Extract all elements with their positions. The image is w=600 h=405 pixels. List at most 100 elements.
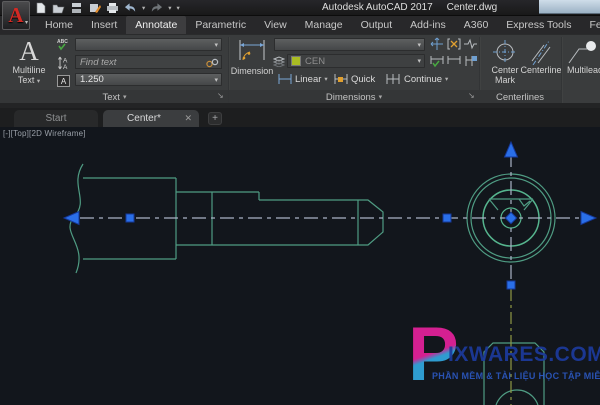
find-binoculars-icon — [206, 57, 219, 68]
spell-check-icon: ABC — [57, 39, 68, 51]
redo-dropdown-caret[interactable]: ▾ — [168, 4, 171, 12]
new-file-button[interactable] — [34, 2, 47, 14]
panel-separator — [561, 37, 563, 103]
tab-insert[interactable]: Insert — [82, 16, 126, 34]
text-panel-title-label: Text — [102, 91, 120, 103]
title-bar: ▾ ▾ ▾ Autodesk AutoCAD 2017 Center.dwg — [0, 0, 600, 16]
dimensions-panel-title[interactable]: Dimensions ▾ — [229, 90, 479, 104]
layer-dropdown[interactable]: CEN ▾ — [287, 54, 425, 68]
centerline-button[interactable]: Centerline — [520, 39, 562, 75]
cad-entity[interactable] — [495, 389, 539, 405]
annotation-scale-button[interactable]: A — [57, 75, 70, 87]
cad-entity[interactable] — [483, 342, 545, 405]
quick-dimension-button[interactable]: Quick — [334, 73, 375, 85]
document-title: Center.dwg — [446, 2, 498, 13]
tab-manage[interactable]: Manage — [296, 16, 352, 34]
tab-output[interactable]: Output — [352, 16, 402, 34]
plus-icon: + — [212, 113, 218, 124]
adjust-space-button[interactable] — [447, 37, 461, 51]
file-tab-center[interactable]: Center* ✕ — [103, 110, 199, 127]
grip-arrow[interactable] — [503, 140, 519, 158]
text-height-caret-icon: ▾ — [214, 76, 218, 84]
file-tab-start[interactable]: Start — [14, 110, 98, 127]
tab-express-tools[interactable]: Express Tools — [497, 16, 580, 34]
infocenter-search[interactable] — [539, 0, 600, 14]
grip-arrow[interactable] — [62, 210, 80, 226]
grip-square[interactable] — [125, 213, 135, 223]
multiline-text-button[interactable]: A Multiline Text ▾ — [4, 38, 54, 86]
text-height-value: 1.250 — [80, 74, 104, 85]
dim-style-dropdown[interactable]: ▾ — [274, 38, 425, 51]
open-file-button[interactable] — [52, 2, 65, 14]
find-text-field[interactable] — [75, 55, 222, 69]
text-height-dropdown[interactable]: 1.250 ▾ — [75, 73, 222, 86]
center-mark-button[interactable]: Center Mark — [487, 39, 523, 86]
qat-customize-caret[interactable]: ▾ — [177, 4, 180, 12]
continue-dimension-button[interactable]: Continue ▾ — [386, 73, 448, 85]
dim-break-icon — [430, 37, 443, 50]
grip-square[interactable] — [442, 213, 452, 223]
dimension-button[interactable]: Dimension — [230, 38, 274, 76]
tab-annotate[interactable]: Annotate — [126, 16, 187, 34]
text-panel-launcher[interactable]: ↘ — [217, 91, 224, 100]
tab-view[interactable]: View — [255, 16, 296, 34]
center-tab-label: Center* — [127, 113, 161, 124]
spell-check-button[interactable]: ABC — [57, 38, 72, 51]
grip-diamond[interactable] — [504, 211, 518, 225]
multiline-text-label: Multiline Text — [12, 65, 46, 86]
linear-dimension-button[interactable]: Linear ▾ — [278, 73, 328, 85]
redo-arrow-icon — [152, 3, 163, 12]
dim-break-button[interactable] — [430, 37, 444, 51]
grip-arrow[interactable] — [580, 210, 598, 226]
redo-button[interactable] — [150, 2, 163, 14]
continue-caret-icon: ▾ — [445, 76, 449, 83]
line-spacing-button[interactable]: AA — [58, 56, 71, 70]
jog-line-icon — [464, 38, 477, 50]
new-file-icon — [36, 2, 45, 14]
file-tab-bar: Start Center* ✕ + — [0, 108, 600, 127]
tab-parametric[interactable]: Parametric — [186, 16, 255, 34]
dimension-label: Dimension — [230, 66, 274, 76]
drawing-area[interactable]: [-][Top][2D Wireframe] P IXWARES.COM PHẦ… — [0, 127, 600, 405]
undo-dropdown-caret[interactable]: ▾ — [142, 4, 145, 12]
dim-override-button[interactable] — [447, 54, 461, 68]
dim-update-button[interactable] — [430, 54, 444, 68]
viewport-controls[interactable]: [-][Top][2D Wireframe] — [3, 129, 86, 138]
text-panel-title[interactable]: Text ▾ — [0, 90, 229, 104]
tab-a360[interactable]: A360 — [455, 16, 498, 34]
tab-home[interactable]: Home — [36, 16, 82, 34]
multiline-text-icon: A — [19, 36, 39, 66]
find-text-input[interactable] — [76, 56, 206, 68]
linear-dimension-icon — [278, 74, 292, 84]
multileader-button[interactable]: Multileader — [567, 39, 600, 75]
cad-entity[interactable] — [358, 199, 384, 246]
annotation-scale-icon: A — [60, 76, 67, 86]
ribbon: A Multiline Text ▾ ABC AA A ▾ 1.250 ▾ Tex… — [0, 34, 600, 104]
quick-dimension-icon — [334, 74, 348, 84]
plot-button[interactable] — [106, 2, 119, 14]
tab-featured-apps[interactable]: Featured Apps — [580, 16, 600, 34]
save-button[interactable] — [70, 2, 83, 14]
layers-stack-icon — [273, 55, 285, 67]
application-menu-button[interactable]: A ▾ — [2, 1, 30, 30]
open-folder-icon — [52, 4, 65, 14]
svg-text:ABC: ABC — [57, 39, 68, 45]
autocad-logo-icon: A — [8, 3, 24, 27]
centerlines-panel-title[interactable]: Centerlines — [479, 90, 561, 104]
grip-square[interactable] — [506, 280, 516, 290]
dim-inspect-button[interactable] — [464, 54, 477, 68]
undo-button[interactable] — [124, 2, 137, 14]
cad-canvas[interactable] — [0, 127, 600, 405]
new-drawing-tab-button[interactable]: + — [208, 112, 222, 125]
center-mark-icon — [493, 40, 517, 64]
text-style-caret-icon: ▾ — [214, 41, 218, 49]
jog-line-button[interactable] — [464, 37, 477, 50]
tab-add-ins[interactable]: Add-ins — [401, 16, 455, 34]
layer-caret-icon: ▾ — [417, 58, 421, 65]
dim-update-icon — [430, 56, 444, 68]
dimensions-panel-launcher[interactable]: ↘ — [468, 91, 475, 100]
text-style-dropdown[interactable]: ▾ — [75, 38, 222, 51]
printer-icon — [107, 3, 118, 13]
save-as-button[interactable] — [88, 2, 101, 14]
close-tab-icon[interactable]: ✕ — [184, 113, 192, 124]
